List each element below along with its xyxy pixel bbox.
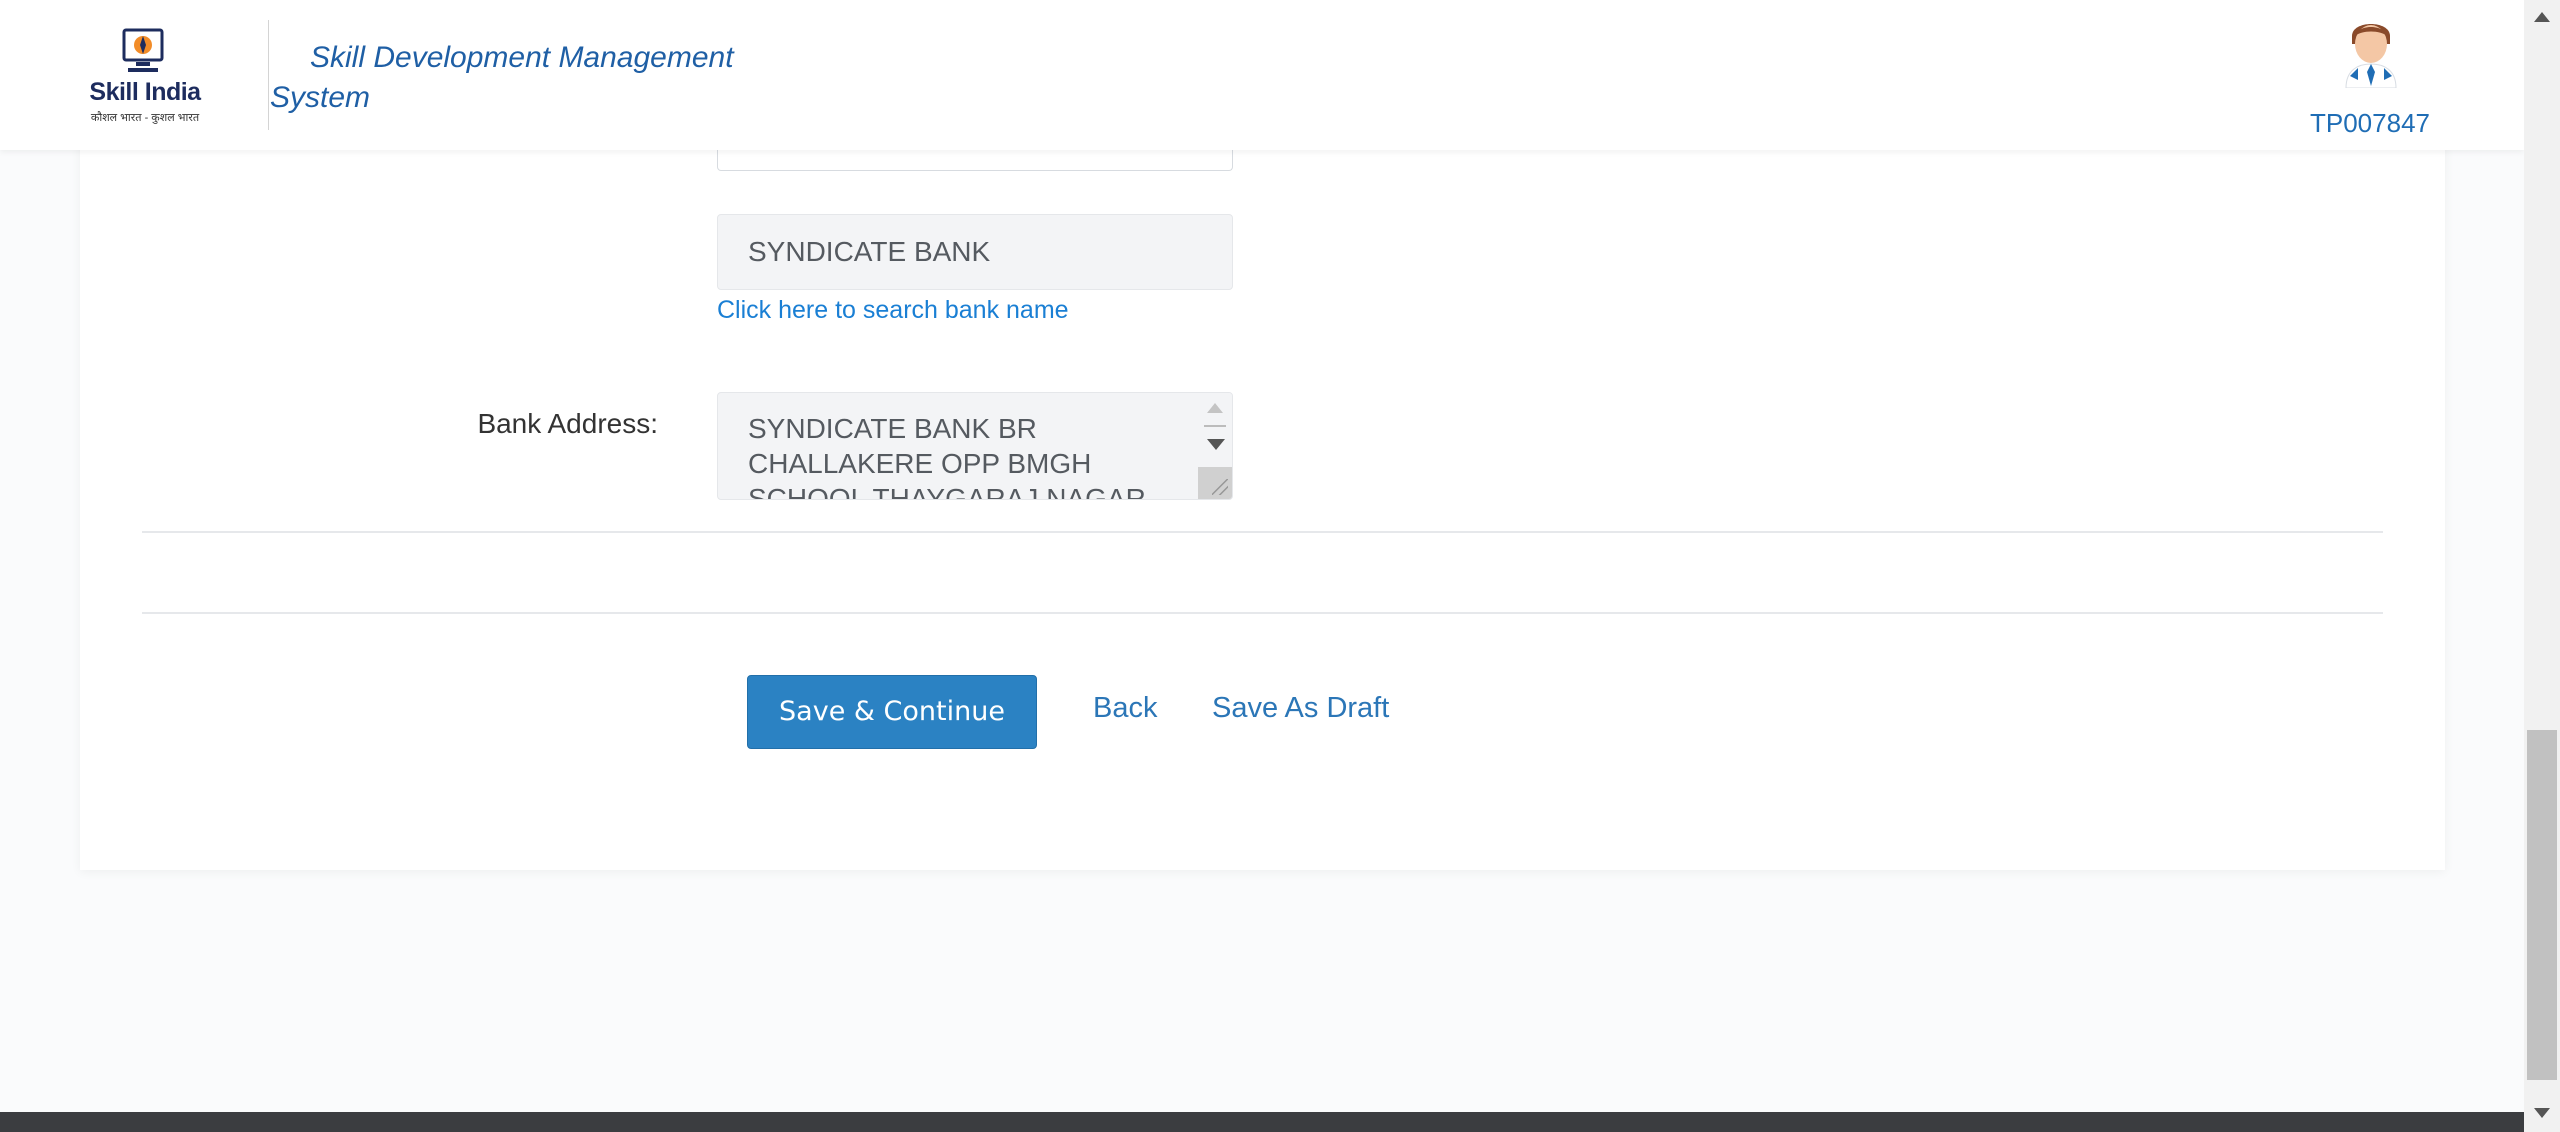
logo-tagline: कौशल भारत - कुशल भारत xyxy=(90,112,200,124)
page-scroll-up-icon[interactable] xyxy=(2534,12,2550,22)
resize-grip-icon[interactable] xyxy=(1212,479,1228,495)
header-divider xyxy=(268,20,269,130)
footer xyxy=(0,1112,2524,1132)
user-avatar-icon xyxy=(2345,24,2397,88)
bank-address-text: SYNDICATE BANK BR CHALLAKERE OPP BMGH SC… xyxy=(748,413,1146,500)
search-bank-link[interactable]: Click here to search bank name xyxy=(717,296,1069,325)
skill-india-emblem-icon xyxy=(122,28,164,72)
section-divider xyxy=(142,612,2383,614)
user-menu[interactable]: TP007847 xyxy=(2290,12,2450,147)
back-button[interactable]: Back xyxy=(1093,692,1157,725)
page-scroll-down-icon[interactable] xyxy=(2534,1108,2550,1118)
page: Skill India कौशल भारत - कुशल भारत Skill … xyxy=(0,0,2560,1132)
top-header: Skill India कौशल भारत - कुशल भारत Skill … xyxy=(0,0,2524,150)
bank-address-label: Bank Address: xyxy=(477,408,658,439)
scroll-down-arrow-icon[interactable] xyxy=(1207,439,1225,450)
section-divider xyxy=(142,531,2383,533)
page-scroll-thumb[interactable] xyxy=(2527,730,2557,1080)
app-title: Skill Development Management System xyxy=(270,41,734,114)
bank-details-card: SYNDICATE BANK Click here to search bank… xyxy=(80,110,2445,870)
save-continue-button[interactable]: Save & Continue xyxy=(747,675,1037,749)
bank-name-input[interactable]: SYNDICATE BANK xyxy=(717,214,1233,290)
scroll-track-divider xyxy=(1204,425,1226,427)
user-id-label: TP007847 xyxy=(2310,108,2430,138)
save-draft-button[interactable]: Save As Draft xyxy=(1212,692,1389,725)
skill-india-logo[interactable]: Skill India कौशल भारत - कुशल भारत xyxy=(78,22,208,130)
logo-text: Skill India xyxy=(89,78,201,106)
bank-address-textarea[interactable]: SYNDICATE BANK BR CHALLAKERE OPP BMGH SC… xyxy=(717,392,1233,500)
scroll-up-arrow-icon[interactable] xyxy=(1207,403,1223,413)
page-scrollbar[interactable] xyxy=(2524,0,2560,1132)
